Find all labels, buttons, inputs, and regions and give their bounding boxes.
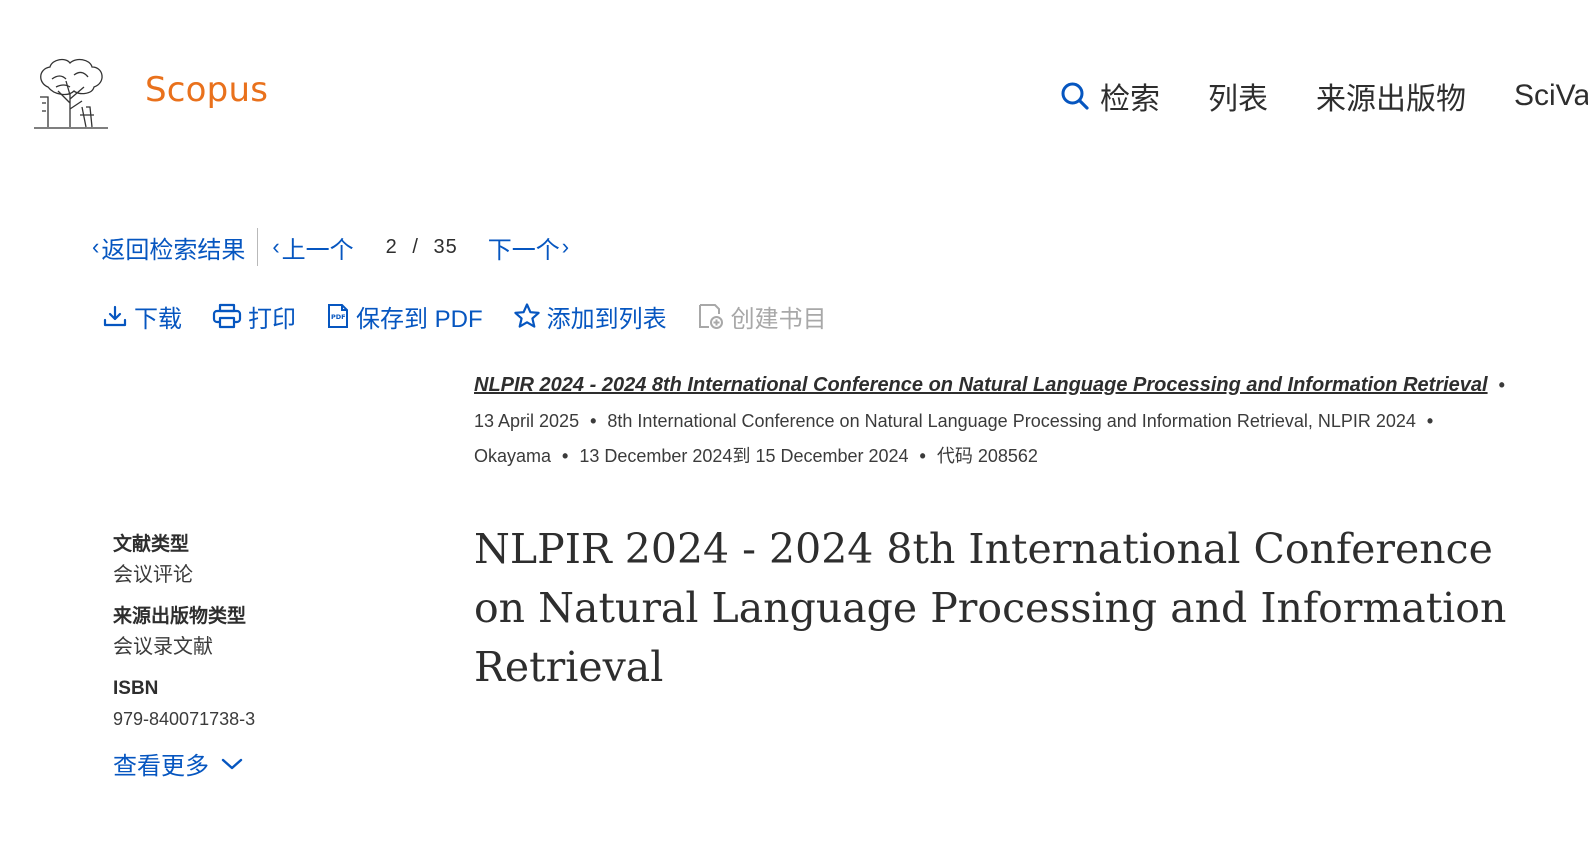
create-bibliography-button[interactable]: 创建书目 bbox=[697, 299, 827, 334]
back-to-results-label: 返回检索结果 bbox=[101, 236, 246, 264]
nav-sources[interactable]: 来源出版物 bbox=[1316, 74, 1466, 118]
download-label: 下载 bbox=[134, 305, 182, 333]
nav-search-label: 检索 bbox=[1100, 83, 1160, 116]
bullet: • bbox=[590, 410, 597, 431]
next-link[interactable]: 下一个 › bbox=[488, 230, 571, 265]
star-icon bbox=[513, 303, 540, 328]
previous-link[interactable]: ‹ 上一个 bbox=[272, 230, 353, 265]
bibliography-add-icon bbox=[698, 304, 723, 329]
chevron-down-icon bbox=[221, 758, 243, 769]
top-navigation: 检索 列表 来源出版物 SciVal bbox=[1060, 74, 1588, 118]
tree-logo-icon bbox=[34, 58, 108, 129]
show-more-label: 查看更多 bbox=[113, 753, 209, 780]
chevron-left-icon: ‹ bbox=[272, 234, 280, 259]
source-type-label: 来源出版物类型 bbox=[113, 606, 247, 627]
conference-name: 8th International Conference on Natural … bbox=[607, 410, 1416, 431]
search-icon bbox=[1061, 82, 1089, 110]
bullet: • bbox=[919, 446, 926, 466]
print-label: 打印 bbox=[248, 305, 296, 333]
conference-dates: 13 December 2024到 15 December 2024 bbox=[579, 446, 909, 466]
source-line-1: NLPIR 2024 - 2024 8th International Conf… bbox=[474, 368, 1574, 404]
back-to-results-link[interactable]: ‹ 返回检索结果 bbox=[92, 230, 245, 265]
position-separator: / bbox=[412, 235, 419, 258]
isbn-label: ISBN bbox=[113, 678, 159, 699]
nav-scival-label: SciVal bbox=[1514, 79, 1588, 112]
document-type-label: 文献类型 bbox=[113, 534, 190, 555]
chevron-left-icon: ‹ bbox=[92, 234, 100, 259]
source-title-link[interactable]: NLPIR 2024 - 2024 8th International Conf… bbox=[474, 374, 1488, 396]
pdf-file-icon: PDF bbox=[328, 304, 348, 328]
nav-lists[interactable]: 列表 bbox=[1208, 74, 1268, 118]
current-index: 2 bbox=[385, 235, 398, 258]
conference-location: Okayama bbox=[474, 446, 552, 466]
elsevier-logo[interactable] bbox=[30, 57, 112, 131]
result-position: 2 / 35 bbox=[386, 236, 458, 259]
source-type-value: 会议录文献 bbox=[113, 636, 213, 658]
show-more-button[interactable]: 查看更多 bbox=[113, 746, 413, 781]
nav-scival[interactable]: SciVal bbox=[1514, 79, 1588, 113]
chevron-right-icon: › bbox=[561, 234, 570, 259]
document-type-value: 会议评论 bbox=[113, 564, 193, 586]
printer-icon bbox=[212, 303, 242, 329]
document-info-panel: 文献类型 会议评论 来源出版物类型 会议录文献 ISBN 979-8400717… bbox=[113, 530, 413, 781]
document-title: NLPIR 2024 - 2024 8th International Conf… bbox=[474, 525, 1507, 691]
add-to-list-label: 添加到列表 bbox=[546, 305, 667, 333]
bullet: • bbox=[1426, 410, 1434, 431]
source-line-2: 13 April 2025 • 8th International Conferen… bbox=[474, 404, 1574, 440]
bullet: • bbox=[1498, 375, 1505, 395]
nav-lists-label: 列表 bbox=[1208, 83, 1268, 116]
conference-code: 代码 208562 bbox=[936, 446, 1038, 466]
results-pager: ‹ 返回检索结果 ‹ 上一个 2 / 35 下一个 › bbox=[92, 228, 571, 266]
save-pdf-label: 保存到 PDF bbox=[356, 305, 483, 333]
add-to-list-button[interactable]: 添加到列表 bbox=[513, 299, 667, 334]
download-icon bbox=[103, 305, 127, 327]
pager-divider bbox=[257, 228, 259, 266]
publish-date: 13 April 2025 bbox=[474, 410, 580, 431]
source-line-3: Okayama • 13 December 2024到 15 December 20… bbox=[474, 439, 1574, 475]
source-metadata: NLPIR 2024 - 2024 8th International Conf… bbox=[474, 368, 1574, 475]
next-label: 下一个 bbox=[487, 236, 560, 264]
print-button[interactable]: 打印 bbox=[212, 299, 296, 334]
nav-sources-label: 来源出版物 bbox=[1316, 83, 1466, 116]
create-bibliography-label: 创建书目 bbox=[730, 305, 827, 333]
nav-search[interactable]: 检索 bbox=[1060, 74, 1160, 118]
scopus-brand[interactable]: Scopus bbox=[145, 70, 268, 110]
bullet: • bbox=[562, 446, 569, 466]
previous-label: 上一个 bbox=[281, 236, 354, 264]
document-actions: 下载 打印 PDF 保存到 PDF 添加到列表 创建书目 bbox=[102, 298, 857, 334]
total-count: 35 bbox=[433, 235, 458, 258]
save-pdf-button[interactable]: PDF 保存到 PDF bbox=[326, 299, 483, 334]
isbn-value: 979-840071738-3 bbox=[113, 709, 256, 729]
download-button[interactable]: 下载 bbox=[102, 299, 182, 334]
svg-text:PDF: PDF bbox=[331, 313, 346, 321]
